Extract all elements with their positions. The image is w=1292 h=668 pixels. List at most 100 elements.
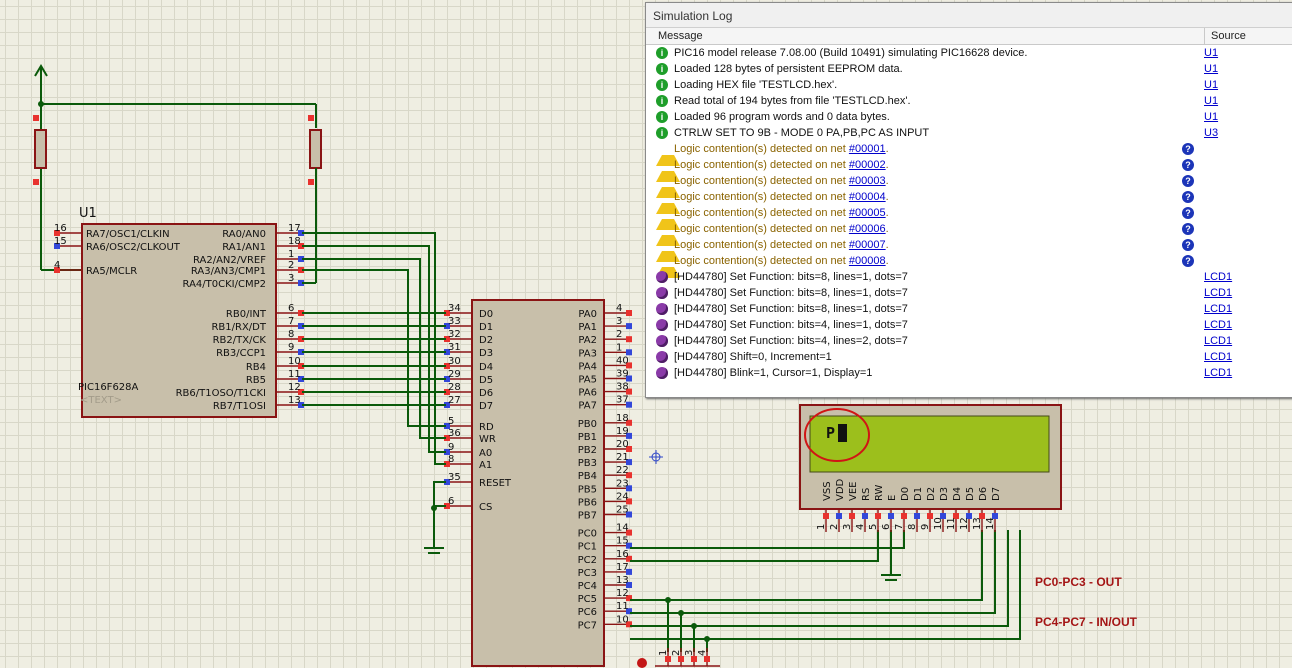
log-row[interactable]: i Loaded 96 program words and 0 data byte… [646, 109, 1292, 125]
info-icon: i [656, 47, 668, 59]
source-link[interactable]: U1 [1204, 109, 1218, 125]
log-row[interactable]: Logic contention(s) detected on net #000… [646, 189, 1292, 214]
log-row[interactable]: [HD44780] Shift=0, Increment=1 LCD1 [646, 349, 1292, 365]
power-terminal-icon[interactable] [34, 64, 48, 107]
pin-number: 24 [616, 491, 629, 502]
log-row[interactable]: [HD44780] Set Function: bits=8, lines=1,… [646, 301, 1292, 317]
log-message: [HD44780] Blink=1, Cursor=1, Display=1 [674, 367, 873, 379]
log-row[interactable]: Logic contention(s) detected on net #000… [646, 157, 1292, 182]
pin-number: 21 [616, 452, 629, 463]
col-source-header[interactable]: Source [1205, 28, 1246, 44]
resistor-r1[interactable] [33, 104, 47, 185]
pin-label: D1 [479, 322, 493, 333]
lcd-pin-number: 14 [985, 517, 996, 530]
log-row[interactable]: Logic contention(s) detected on net #000… [646, 205, 1292, 230]
bottom-pin[interactable]: 2 [671, 648, 684, 666]
log-row[interactable]: i Loading HEX file 'TESTLCD.hex'. U1 [646, 77, 1292, 93]
log-message: Logic contention(s) detected on net #000… [674, 239, 889, 251]
pin-label: D0 [479, 309, 493, 320]
pin-number: 39 [616, 369, 629, 380]
net-link[interactable]: #00002 [849, 159, 886, 171]
pin-label: RA3/AN3/CMP1 [191, 266, 266, 277]
source-link[interactable]: LCD1 [1204, 269, 1232, 285]
bottom-pin[interactable]: 4 [697, 648, 710, 666]
log-message: Loaded 128 bytes of persistent EEPROM da… [674, 63, 903, 75]
source-link[interactable]: U1 [1204, 45, 1218, 61]
pin-label: RA7/OSC1/CLKIN [86, 229, 170, 240]
log-row[interactable]: i PIC16 model release 7.08.00 (Build 1049… [646, 45, 1292, 61]
lcd-module[interactable]: P VSS 1 VDD 2 VEE 3 RS 4 RW 5 E 6 D0 7 D1 8 D2 9 D3 10 D4 11 D… [799, 404, 1062, 532]
source-link[interactable]: LCD1 [1204, 317, 1232, 333]
chip-icon [656, 367, 668, 379]
pin-label: PA1 [578, 322, 597, 333]
col-message-header[interactable]: Message [646, 28, 1205, 44]
log-row[interactable]: Logic contention(s) detected on net #000… [646, 221, 1292, 246]
log-message: PIC16 model release 7.08.00 (Build 10491… [674, 47, 1028, 59]
pin-number: 12 [288, 382, 301, 393]
net-link[interactable]: #00004 [849, 191, 886, 203]
source-link[interactable]: U3 [1204, 125, 1218, 141]
source-link[interactable]: LCD1 [1204, 333, 1232, 349]
net-link[interactable]: #00005 [849, 207, 886, 219]
help-icon[interactable]: ? [1182, 223, 1194, 235]
lcd-pin-label: VSS [822, 481, 833, 501]
bottom-connector[interactable]: 1234 [655, 648, 720, 667]
pin-label: RB1/RX/DT [211, 322, 266, 333]
log-row[interactable]: [HD44780] Set Function: bits=8, lines=1,… [646, 269, 1292, 285]
info-icon: i [656, 111, 668, 123]
source-link[interactable]: U1 [1204, 93, 1218, 109]
source-link[interactable]: U1 [1204, 77, 1218, 93]
source-link[interactable]: LCD1 [1204, 285, 1232, 301]
log-row[interactable]: i Loaded 128 bytes of persistent EEPROM d… [646, 61, 1292, 77]
source-link[interactable]: LCD1 [1204, 349, 1232, 365]
log-row[interactable]: [HD44780] Blink=1, Cursor=1, Display=1 LC… [646, 365, 1292, 381]
pin-label: PC5 [578, 594, 597, 605]
help-icon[interactable]: ? [1182, 175, 1194, 187]
log-row[interactable]: Logic contention(s) detected on net #000… [646, 173, 1292, 198]
help-icon[interactable]: ? [1182, 239, 1194, 251]
probe-dot[interactable] [637, 658, 647, 668]
pin-label: RB7/T1OSI [213, 401, 266, 412]
log-row[interactable]: i Read total of 194 bytes from file 'TEST… [646, 93, 1292, 109]
source-link[interactable]: LCD1 [1204, 301, 1232, 317]
pin-label: PA3 [578, 348, 597, 359]
pin-label: PB3 [578, 458, 597, 469]
pin-label: RA4/T0CKI/CMP2 [183, 279, 266, 290]
pin-number: 10 [616, 614, 629, 625]
pin-label: PC1 [578, 542, 597, 553]
pin-label: RB4 [246, 362, 266, 373]
pin-number: 15 [54, 236, 67, 247]
simulation-log-window[interactable]: Simulation Log Message Source i PIC16 mod… [645, 2, 1292, 398]
net-link[interactable]: #00006 [849, 223, 886, 235]
log-row[interactable]: Logic contention(s) detected on net #000… [646, 141, 1292, 166]
pin-label: RD [479, 422, 494, 433]
log-row[interactable]: Logic contention(s) detected on net #000… [646, 237, 1292, 262]
lcd-pin-number: 2 [829, 524, 840, 530]
lcd-pin-number: 11 [946, 517, 957, 530]
pin-label: D7 [479, 401, 493, 412]
help-icon[interactable]: ? [1182, 159, 1194, 171]
source-link[interactable]: U1 [1204, 61, 1218, 77]
net-link[interactable]: #00007 [849, 239, 886, 251]
pin-number: 32 [448, 329, 461, 340]
lcd-pin-number: 3 [842, 524, 853, 530]
log-row[interactable]: [HD44780] Set Function: bits=4, lines=2,… [646, 333, 1292, 349]
bottom-pin[interactable]: 1 [658, 648, 671, 666]
simlog-title[interactable]: Simulation Log [646, 3, 1292, 28]
help-icon[interactable]: ? [1182, 191, 1194, 203]
net-link[interactable]: #00001 [849, 143, 886, 155]
pin-number: 9 [448, 442, 454, 453]
bottom-pin[interactable]: 3 [684, 648, 697, 666]
log-row[interactable]: i CTRLW SET TO 9B - MODE 0 PA,PB,PC AS IN… [646, 125, 1292, 141]
log-row[interactable]: [HD44780] Set Function: bits=8, lines=1,… [646, 285, 1292, 301]
help-icon[interactable]: ? [1182, 255, 1194, 267]
net-link[interactable]: #00003 [849, 175, 886, 187]
log-row[interactable]: Logic contention(s) detected on net #000… [646, 253, 1292, 278]
resistor-r2[interactable] [308, 104, 322, 283]
help-icon[interactable]: ? [1182, 207, 1194, 219]
help-icon[interactable]: ? [1182, 143, 1194, 155]
net-link[interactable]: #00008 [849, 255, 886, 267]
source-link[interactable]: LCD1 [1204, 365, 1232, 381]
info-icon: i [656, 79, 668, 91]
log-row[interactable]: [HD44780] Set Function: bits=4, lines=1,… [646, 317, 1292, 333]
